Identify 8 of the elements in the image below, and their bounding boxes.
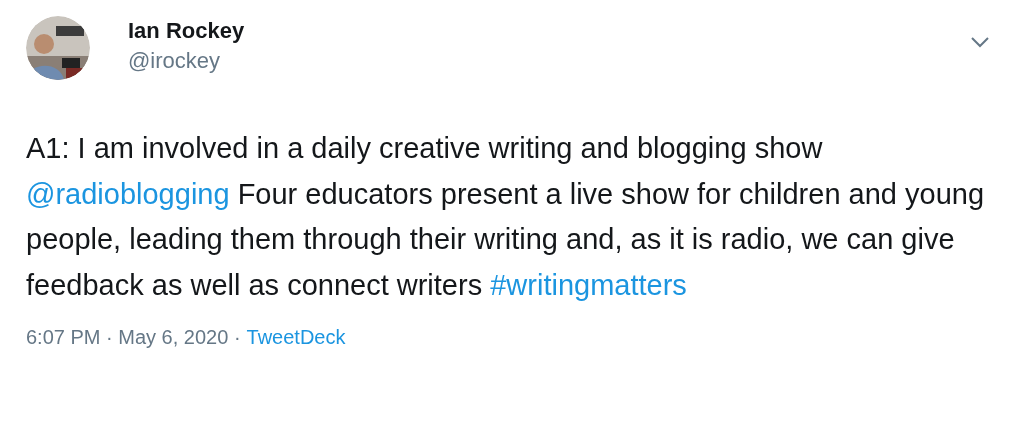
author-handle[interactable]: @irockey — [128, 46, 245, 76]
tweet-text: A1: I am involved in a daily creative writing and blogging show @radioblogging Four educators present a live show for children and young people, leading them through their writing and, as it is radio, we can give feedback as well as connect writers #writingmatters — [26, 131, 986, 303]
tweet-timestamp: 6:07 PM · May 6, 2020 · — [26, 326, 241, 349]
hashtag-link[interactable]: #writingmatters — [490, 268, 687, 301]
mention-link[interactable]: @radioblogging — [26, 177, 230, 210]
chevron-down-icon[interactable] — [970, 36, 990, 48]
source-link[interactable]: TweetDeck — [246, 326, 346, 349]
author-name[interactable]: Ian Rockey — [128, 16, 245, 46]
